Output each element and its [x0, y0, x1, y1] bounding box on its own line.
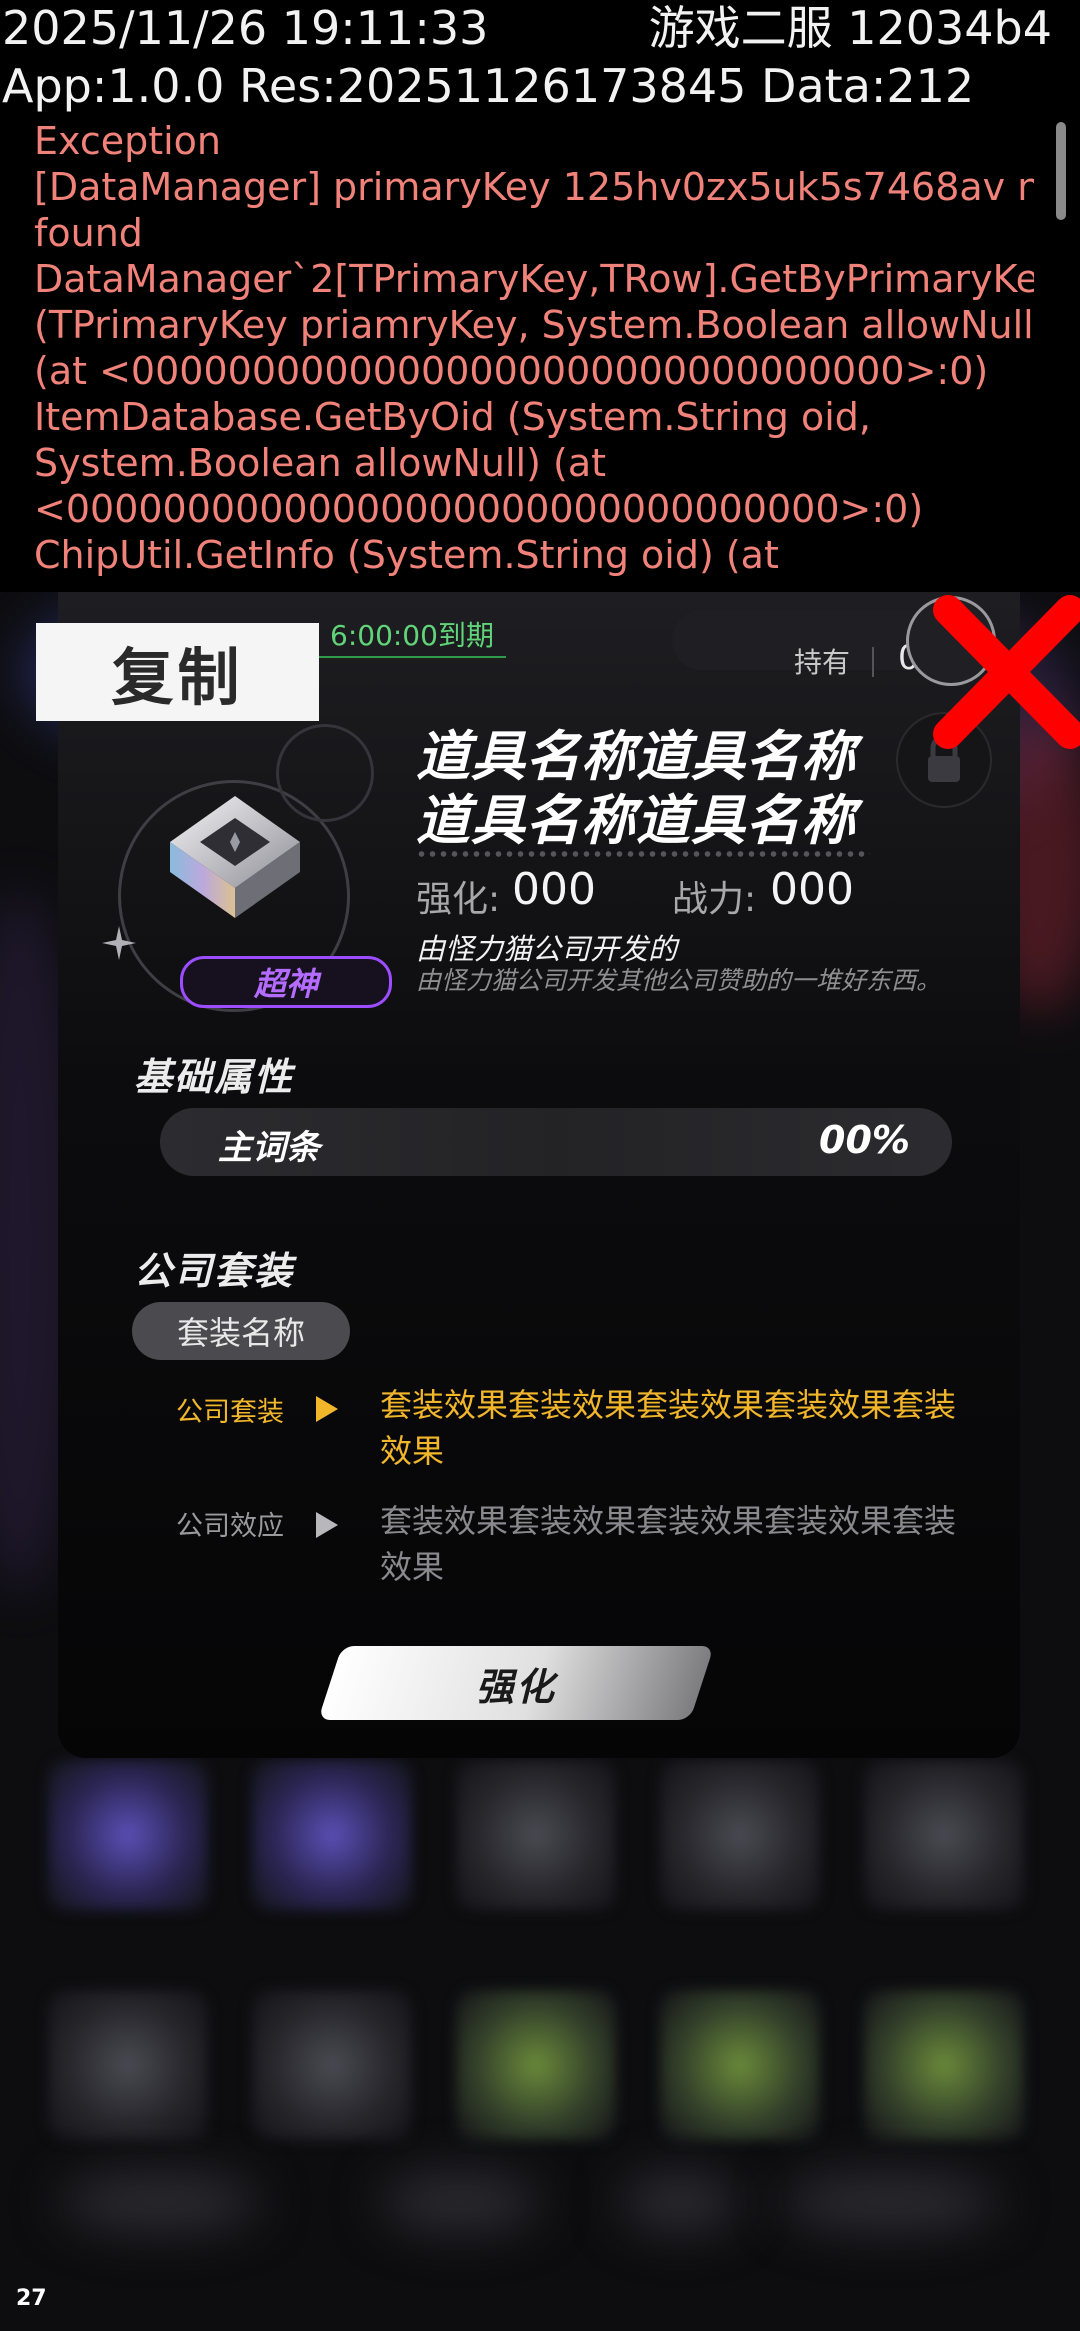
debug-console: 2025/11/26 19:11:33 游戏二服 12034b4 App:1.0… [0, 0, 1080, 592]
suite-effect-text: 套装效果套装效果套装效果套装效果套装效果 [380, 1386, 957, 1470]
inventory-slot [252, 1990, 412, 2140]
main-attribute-value: 00% [819, 1118, 910, 1162]
exception-line: Exception [34, 119, 222, 163]
enhance-button-label: 强化 [475, 1664, 556, 1709]
inventory-slot [48, 1760, 208, 1910]
inventory-slot [660, 1760, 820, 1910]
exception-line: (TPrimaryKey priamryKey, System.Boolean … [34, 303, 1034, 347]
inventory-slot [456, 1990, 616, 2140]
exception-line: <00000000000000000000000000000000>:0) [34, 487, 924, 531]
item-description: 由怪力猫公司开发其他公司赞助的一堆好东西。 [416, 966, 942, 995]
exception-line: DataManager`2[TPrimaryKey,TRow].GetByPri… [34, 257, 1034, 301]
inventory-slot [864, 1760, 1024, 1910]
divider [872, 647, 874, 677]
exception-line: System.Boolean allowNull) (at [34, 441, 607, 485]
main-attribute-row: 主词条 00% [160, 1108, 952, 1176]
inventory-slot [456, 1760, 616, 1910]
dotted-divider [416, 850, 870, 858]
sparkle-icon [102, 926, 136, 960]
play-arrow-icon [316, 1512, 338, 1538]
exception-log[interactable]: Exception [DataManager] primaryKey 125hv… [34, 118, 1034, 592]
copy-button-label: 复制 [111, 641, 244, 714]
company-suite-title: 公司套装 [134, 1249, 295, 1293]
close-icon[interactable] [930, 592, 1080, 752]
enhance-level-value: 000 [512, 864, 596, 915]
exception-line: ItemDatabase.GetByOid (System.String oid… [34, 395, 871, 439]
inventory-slot [864, 1990, 1024, 2140]
rarity-badge: 超神 [180, 956, 392, 1008]
expire-timer: 6:00:00到期 [330, 619, 494, 652]
inventory-slot [252, 1760, 412, 1910]
suite-name-label: 套装名称 [176, 1314, 305, 1352]
power-label: 战力: [672, 879, 757, 920]
enhance-level-label: 强化: [416, 879, 501, 920]
rarity-label: 超神 [253, 965, 318, 1003]
basic-attributes-title: 基础属性 [134, 1055, 295, 1099]
debug-datetime: 2025/11/26 19:11:33 [2, 1, 489, 55]
exception-line: found [34, 211, 143, 255]
frame-counter: 27 [16, 2286, 47, 2311]
enhance-button[interactable]: 强化 [317, 1646, 715, 1720]
chip-item-icon [170, 796, 300, 918]
item-developer: 由怪力猫公司开发的 [416, 932, 678, 966]
debug-server-info: 游戏二服 12034b4 [648, 1, 1052, 55]
debug-app-info: App:1.0.0 Res:20251126173845 Data:212 [2, 59, 975, 113]
inventory-slot [48, 1990, 208, 2140]
exception-line: (at <00000000000000000000000000000000>:0… [34, 349, 989, 393]
suite-effect-label: 公司效应 [176, 1511, 284, 1542]
suite-effect-label: 公司套装 [176, 1397, 284, 1428]
exception-line: ChipUtil.GetInfo (System.String oid) (at [34, 533, 779, 577]
inventory-slot [660, 1990, 820, 2140]
play-arrow-icon [316, 1396, 338, 1422]
suite-effect-text: 套装效果套装效果套装效果套装效果套装效果 [380, 1502, 957, 1586]
suite-name-tag[interactable]: 套装名称 [132, 1302, 350, 1360]
hold-label: 持有 [794, 646, 851, 679]
copy-button[interactable]: 复制 [36, 623, 319, 721]
main-attribute-name: 主词条 [218, 1128, 320, 1168]
item-name-line-2: 道具名称道具名称 [416, 789, 856, 852]
item-detail-card: 6:00:00到期 持有 000 [58, 592, 1020, 1758]
power-value: 000 [770, 864, 854, 915]
log-scrollbar[interactable] [1056, 122, 1066, 220]
exception-line: [DataManager] primaryKey 125hv0zx5uk5s74… [34, 165, 1034, 209]
